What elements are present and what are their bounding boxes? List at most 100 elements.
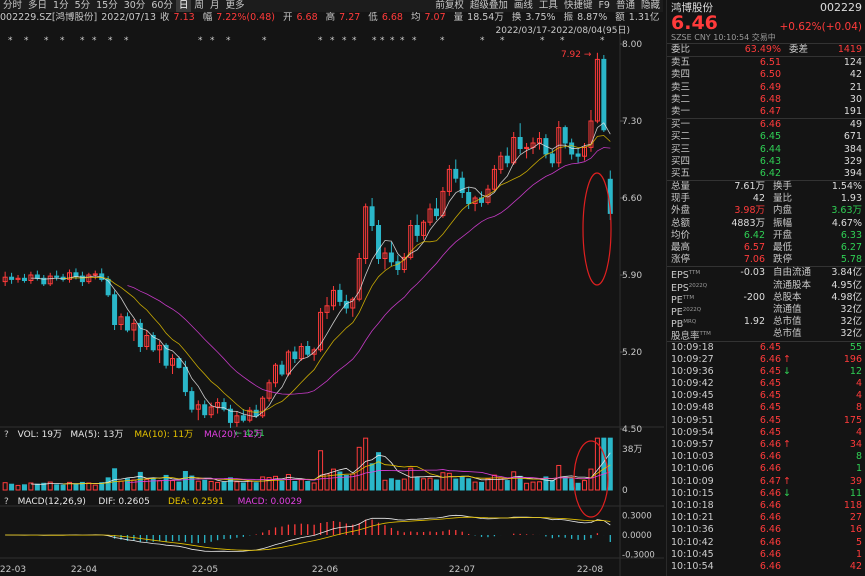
candle[interactable]	[459, 171, 465, 198]
candle[interactable]	[60, 273, 66, 282]
candle[interactable]	[2, 271, 8, 286]
event-marker[interactable]: *	[60, 36, 65, 46]
candle[interactable]	[86, 272, 92, 284]
candle[interactable]	[99, 268, 105, 282]
candle[interactable]	[363, 203, 369, 265]
candle[interactable]	[298, 343, 304, 361]
candle[interactable]	[176, 356, 182, 369]
candle[interactable]	[594, 52, 600, 124]
candle[interactable]	[21, 273, 27, 283]
candle[interactable]	[227, 404, 233, 428]
toolbar-item-5[interactable]: F9	[595, 0, 613, 12]
candle[interactable]	[440, 187, 446, 218]
candle[interactable]	[504, 147, 510, 168]
candle[interactable]	[208, 402, 214, 418]
ask-row[interactable]: 卖五 6.51 124	[667, 57, 865, 69]
candle[interactable]	[15, 275, 21, 283]
candle[interactable]	[67, 269, 73, 283]
candle[interactable]	[47, 272, 53, 286]
event-marker[interactable]: *	[124, 36, 129, 46]
candle[interactable]	[240, 409, 246, 423]
event-marker[interactable]: *	[560, 36, 565, 46]
candle[interactable]	[337, 283, 343, 306]
period-tab-0[interactable]: 分时	[0, 0, 25, 12]
event-marker[interactable]: *	[80, 36, 85, 46]
event-marker[interactable]: *	[440, 36, 445, 46]
ask-row[interactable]: 卖三 6.49 21	[667, 82, 865, 94]
candle[interactable]	[556, 121, 562, 168]
candle[interactable]	[446, 165, 452, 196]
candle[interactable]	[491, 165, 497, 192]
event-marker[interactable]: *	[352, 36, 357, 46]
bid-row[interactable]: 买四 6.43 329	[667, 156, 865, 168]
candle[interactable]	[157, 341, 163, 363]
candle[interactable]	[498, 151, 504, 174]
candle[interactable]	[202, 400, 208, 418]
period-tab-8[interactable]: 周	[191, 0, 207, 12]
toolbar-item-2[interactable]: 画线	[511, 0, 536, 12]
candle[interactable]	[511, 132, 517, 165]
period-tab-5[interactable]: 30分	[121, 0, 149, 12]
period-tab-4[interactable]: 15分	[93, 0, 121, 12]
candle[interactable]	[414, 214, 420, 243]
candle[interactable]	[131, 319, 137, 341]
ask-row[interactable]: 卖二 6.48 30	[667, 94, 865, 106]
event-marker[interactable]: *	[44, 36, 49, 46]
candle[interactable]	[41, 275, 47, 286]
candle[interactable]	[569, 138, 575, 160]
candle[interactable]	[79, 271, 85, 286]
kline-chart[interactable]: * * * * * * * * * * * * * * * * * * * * * * * * * * * 2022/03/17-2…	[0, 24, 664, 576]
bid-row[interactable]: 买五 6.42 394	[667, 168, 865, 180]
event-marker[interactable]: *	[372, 36, 377, 46]
candle[interactable]	[292, 346, 298, 364]
period-tab-7[interactable]: 日	[175, 0, 192, 12]
candle[interactable]	[221, 398, 227, 412]
candle[interactable]	[395, 255, 401, 275]
toolbar-item-0[interactable]: 前复权	[432, 0, 467, 12]
event-marker[interactable]: *	[480, 36, 485, 46]
candle[interactable]	[54, 270, 60, 281]
candle[interactable]	[388, 242, 394, 267]
candle[interactable]	[112, 290, 118, 330]
toolbar-item-6[interactable]: 普通	[613, 0, 638, 12]
toolbar-item-1[interactable]: 超级叠加	[467, 0, 511, 12]
period-tab-1[interactable]: 多日	[25, 0, 50, 12]
toolbar-item-4[interactable]: 快捷键	[561, 0, 596, 12]
toolbar-item-7[interactable]: 隐藏	[638, 0, 663, 12]
candle[interactable]	[215, 398, 221, 414]
event-marker[interactable]: *	[24, 36, 29, 46]
bid-row[interactable]: 买二 6.45 671	[667, 131, 865, 143]
candle[interactable]	[189, 387, 195, 413]
event-marker[interactable]: *	[330, 36, 335, 46]
candle[interactable]	[421, 220, 427, 240]
candle[interactable]	[330, 286, 336, 311]
event-marker[interactable]: *	[540, 36, 545, 46]
candle[interactable]	[34, 270, 40, 281]
candle[interactable]	[472, 195, 478, 212]
candle[interactable]	[170, 354, 176, 374]
ask-row[interactable]: 卖一 6.47 191	[667, 106, 865, 118]
candle[interactable]	[195, 400, 201, 421]
candle[interactable]	[401, 253, 407, 273]
candle[interactable]	[247, 407, 253, 423]
event-marker[interactable]: *	[108, 36, 113, 46]
candle[interactable]	[273, 363, 279, 388]
candle[interactable]	[9, 272, 15, 284]
candle[interactable]	[369, 198, 375, 231]
bid-row[interactable]: 买一 6.46 49	[667, 119, 865, 131]
event-marker[interactable]: *	[92, 36, 97, 46]
candle[interactable]	[433, 198, 439, 220]
event-marker[interactable]: *	[198, 36, 203, 46]
event-marker[interactable]: *	[390, 36, 395, 46]
period-tab-10[interactable]: 更多	[222, 0, 247, 12]
event-marker[interactable]: *	[8, 36, 13, 46]
event-marker[interactable]: *	[600, 36, 605, 46]
candle[interactable]	[234, 411, 240, 427]
candle[interactable]	[536, 132, 542, 150]
candle[interactable]	[530, 137, 536, 155]
event-marker[interactable]: *	[342, 36, 347, 46]
event-marker[interactable]: *	[500, 36, 505, 46]
period-tab-6[interactable]: 60分	[148, 0, 176, 12]
event-marker[interactable]: *	[226, 36, 231, 46]
event-marker[interactable]: *	[262, 36, 267, 46]
